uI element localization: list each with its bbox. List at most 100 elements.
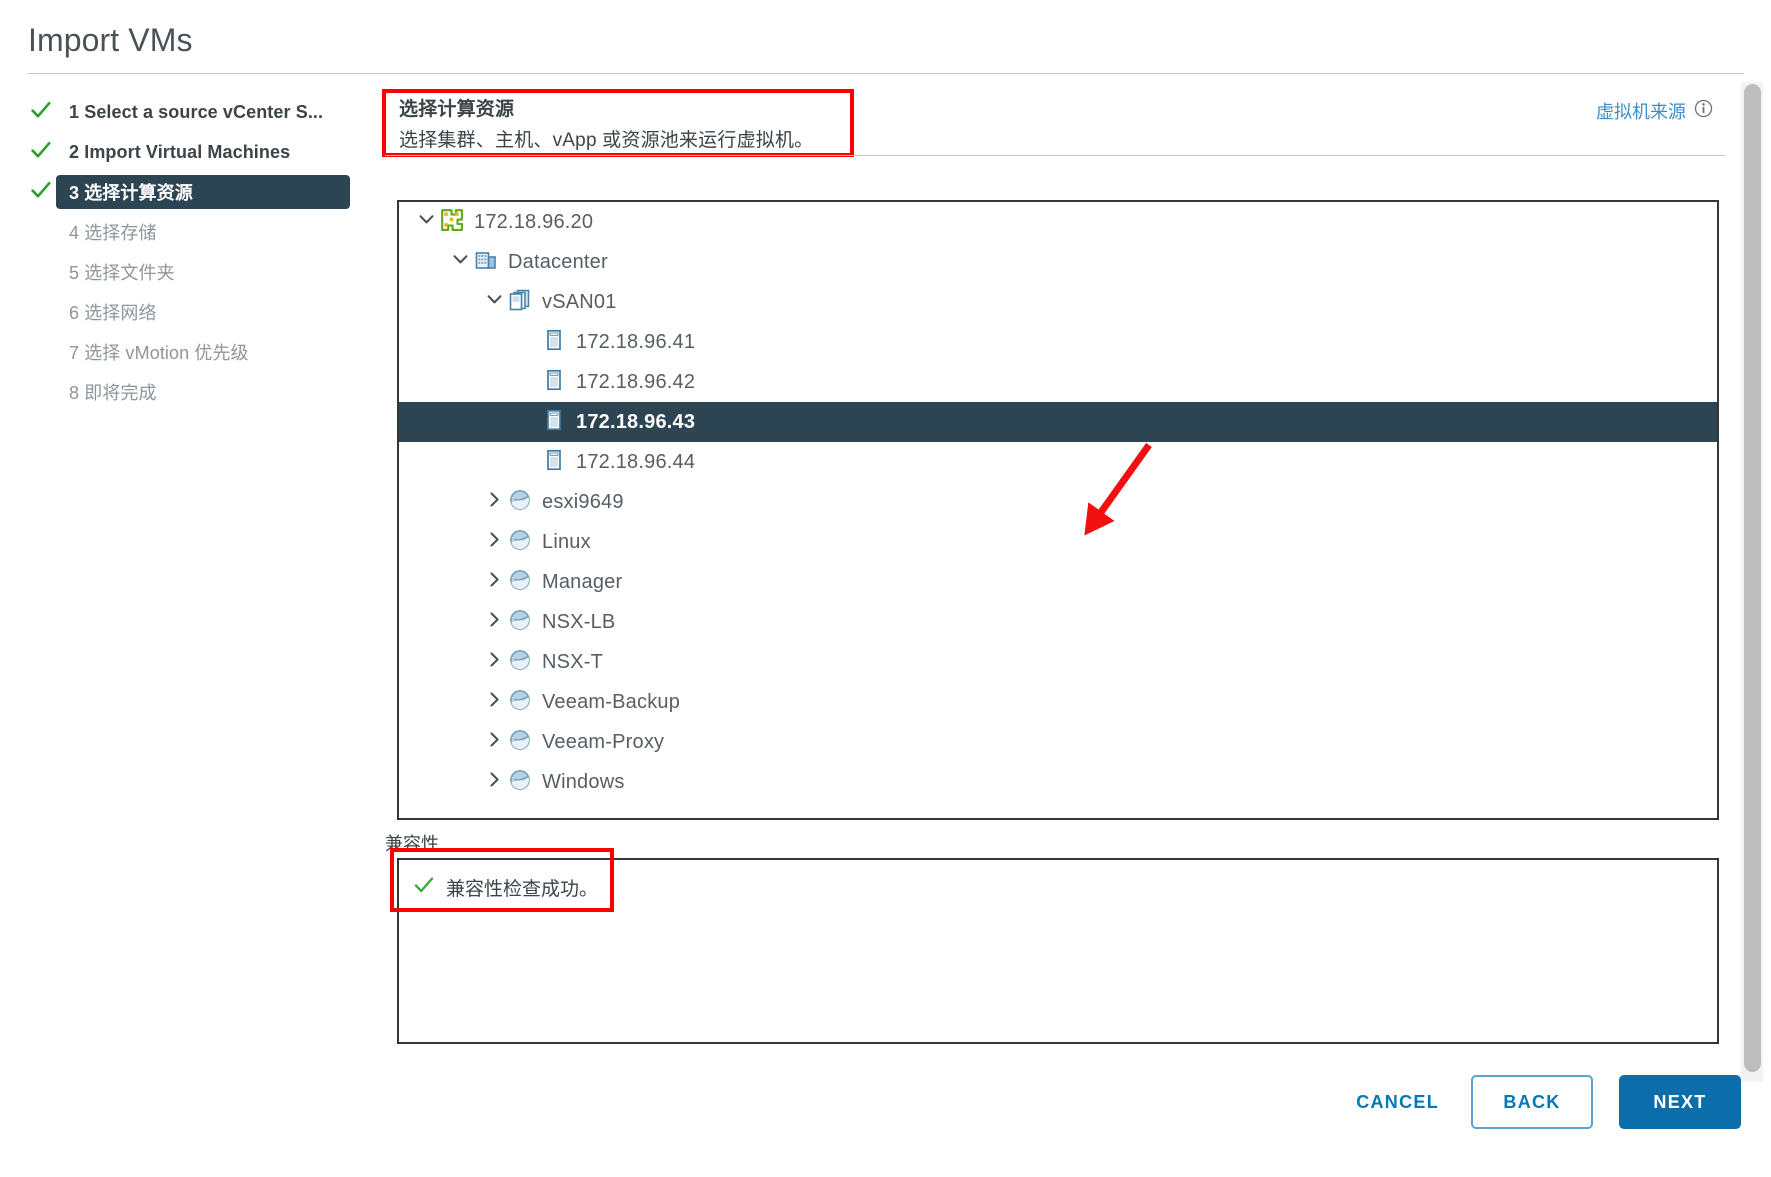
tree-node-Veeam-Proxy[interactable]: Veeam-Proxy [399, 722, 1717, 762]
tree-node-Veeam-Backup[interactable]: Veeam-Backup [399, 682, 1717, 722]
host-icon-slot [541, 408, 567, 437]
host-icon [542, 448, 566, 477]
tree-node-label: Veeam-Proxy [542, 730, 665, 753]
resource-pool-icon [508, 728, 532, 757]
wizard-step-3[interactable]: 3 选择计算资源 [28, 172, 368, 212]
chevron-down-icon [451, 250, 470, 274]
tree-node-esxi9649[interactable]: esxi9649 [399, 482, 1717, 522]
step-label-container: 3 选择计算资源 [56, 175, 350, 209]
step-label-container: 8 即将完成 [56, 375, 368, 409]
compatibility-section-label: 兼容性 [385, 834, 439, 854]
tree-node-label: Veeam-Backup [542, 690, 681, 713]
step-label-container: 6 选择网络 [56, 295, 368, 329]
chevron-right-icon[interactable] [481, 650, 507, 674]
chevron-right-icon [485, 690, 504, 714]
tree-node-label: esxi9649 [542, 490, 624, 513]
chevron-right-icon[interactable] [481, 490, 507, 514]
chevron-down-icon[interactable] [447, 250, 473, 274]
tree-node-172.18.96.42[interactable]: 172.18.96.42 [399, 362, 1717, 402]
step-label: 5 选择文件夹 [69, 263, 175, 283]
content-area: 选择计算资源 选择集群、主机、vApp 或资源池来运行虚拟机。 虚拟机来源 17… [382, 89, 1725, 1044]
tree-node-172.18.96.20[interactable]: 172.18.96.20 [399, 202, 1717, 242]
wizard-step-4[interactable]: 4 选择存储 [28, 212, 368, 252]
cancel-button[interactable]: CANCEL [1350, 1082, 1445, 1123]
tree-node-NSX-LB[interactable]: NSX-LB [399, 602, 1717, 642]
chevron-right-icon[interactable] [481, 570, 507, 594]
tree-node-label: NSX-LB [542, 610, 616, 633]
tree-node-label: 172.18.96.44 [576, 450, 696, 473]
tree-node-label: Linux [542, 530, 591, 553]
tree-node-172.18.96.41[interactable]: 172.18.96.41 [399, 322, 1717, 362]
tree-node-label: Windows [542, 770, 625, 793]
tree-node-172.18.96.44[interactable]: 172.18.96.44 [399, 442, 1717, 482]
chevron-down-icon[interactable] [413, 210, 439, 234]
compatibility-status-text: 兼容性检查成功。 [446, 879, 599, 900]
header-divider [385, 155, 1725, 156]
tree-node-Windows[interactable]: Windows [399, 762, 1717, 802]
tree-node-NSX-T[interactable]: NSX-T [399, 642, 1717, 682]
section-title: 选择计算资源 [399, 99, 515, 120]
wizard-step-1[interactable]: 1 Select a source vCenter S... [28, 92, 368, 132]
wizard-step-7[interactable]: 7 选择 vMotion 优先级 [28, 332, 368, 372]
page-scrollbar-thumb[interactable] [1744, 84, 1761, 1072]
tree-node-Manager[interactable]: Manager [399, 562, 1717, 602]
resource-pool-icon [508, 608, 532, 637]
tree-node-label: 172.18.96.43 [576, 410, 696, 433]
tree-node-label: 172.18.96.42 [576, 370, 696, 393]
tree-node-label: Manager [542, 570, 623, 593]
tree-node-label: 172.18.96.41 [576, 330, 696, 353]
resource-pool-icon [508, 688, 532, 717]
tree-node-Linux[interactable]: Linux [399, 522, 1717, 562]
step-status-indicator [28, 179, 54, 206]
host-icon-slot [541, 448, 567, 477]
resource-pool-icon-slot [507, 688, 533, 717]
resource-pool-icon-slot [507, 568, 533, 597]
vm-source-link[interactable]: 虚拟机来源 [1596, 98, 1713, 124]
resource-pool-icon-slot [507, 768, 533, 797]
wizard-step-2[interactable]: 2 Import Virtual Machines [28, 132, 368, 172]
vcenter-icon [440, 208, 464, 237]
resource-pool-icon [508, 648, 532, 677]
wizard-step-8[interactable]: 8 即将完成 [28, 372, 368, 412]
vcenter-icon-slot [439, 208, 465, 237]
step-label: 3 选择计算资源 [69, 183, 193, 203]
info-icon[interactable] [1694, 99, 1713, 123]
next-button[interactable]: NEXT [1619, 1075, 1741, 1129]
step-label-container: 4 选择存储 [56, 215, 368, 249]
chevron-right-icon[interactable] [481, 610, 507, 634]
chevron-right-icon[interactable] [481, 690, 507, 714]
step-label-container: 5 选择文件夹 [56, 255, 368, 289]
step-label-container: 7 选择 vMotion 优先级 [56, 335, 368, 369]
step-status-indicator [28, 139, 54, 166]
chevron-right-icon [485, 570, 504, 594]
cluster-icon-slot [507, 288, 533, 317]
compute-resource-tree[interactable]: 172.18.96.20 Datacenter vSAN01 172.18.96.41… [397, 200, 1719, 820]
resource-pool-icon [508, 488, 532, 517]
back-button[interactable]: BACK [1471, 1075, 1593, 1129]
step-label: 8 即将完成 [69, 383, 157, 403]
step-check-icon [30, 179, 52, 206]
resource-pool-icon-slot [507, 608, 533, 637]
chevron-right-icon[interactable] [481, 730, 507, 754]
tree-node-172.18.96.43[interactable]: 172.18.96.43 [399, 402, 1717, 442]
tree-node-label: 172.18.96.20 [474, 210, 594, 233]
chevron-right-icon[interactable] [481, 530, 507, 554]
resource-pool-icon-slot [507, 728, 533, 757]
chevron-right-icon [485, 650, 504, 674]
chevron-right-icon[interactable] [481, 770, 507, 794]
step-label: 1 Select a source vCenter S... [69, 101, 324, 122]
step-label: 6 选择网络 [69, 303, 157, 323]
chevron-right-icon [485, 610, 504, 634]
wizard-step-6[interactable]: 6 选择网络 [28, 292, 368, 332]
resource-pool-icon [508, 568, 532, 597]
title-divider [28, 73, 1744, 74]
host-icon-slot [541, 328, 567, 357]
compatibility-panel: 兼容性检查成功。 [397, 858, 1719, 1044]
check-icon [413, 874, 435, 901]
tree-node-Datacenter[interactable]: Datacenter [399, 242, 1717, 282]
chevron-down-icon [485, 290, 504, 314]
chevron-down-icon[interactable] [481, 290, 507, 314]
wizard-step-5[interactable]: 5 选择文件夹 [28, 252, 368, 292]
tree-node-vSAN01[interactable]: vSAN01 [399, 282, 1717, 322]
resource-pool-icon-slot [507, 528, 533, 557]
